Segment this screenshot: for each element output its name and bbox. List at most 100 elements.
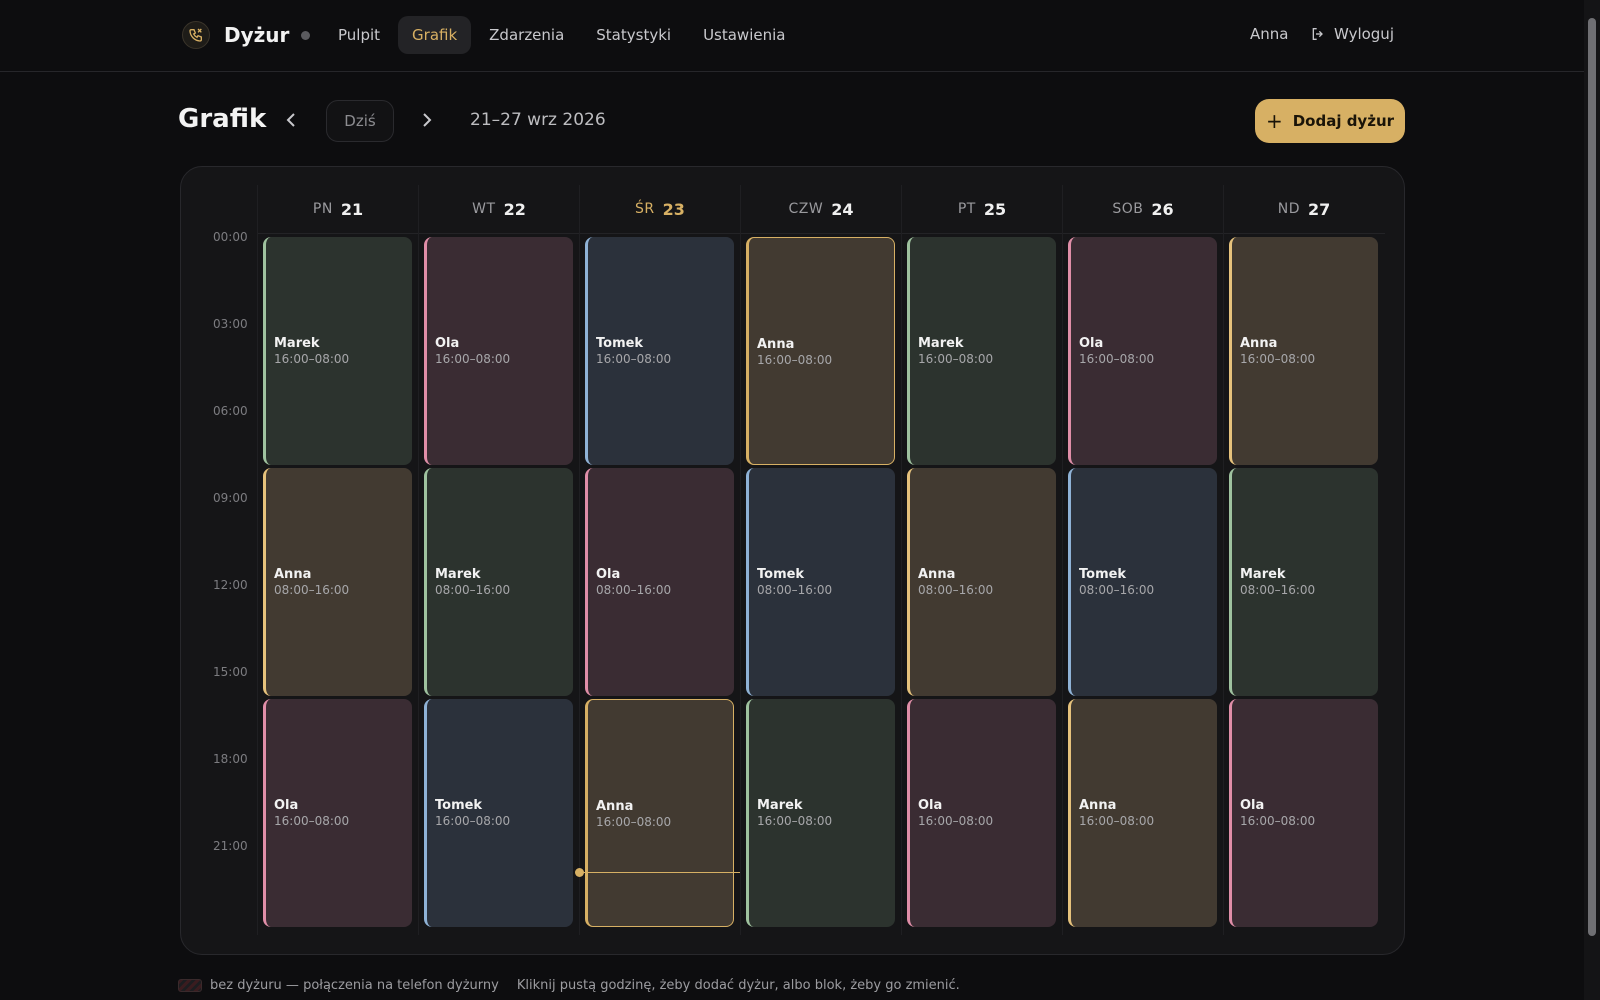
today-button[interactable]: Dziś — [326, 100, 394, 142]
chevron-right-icon[interactable] — [414, 108, 438, 132]
shift-person: Marek — [435, 566, 481, 582]
shift-person: Anna — [274, 566, 312, 582]
add-shift-label: Dodaj dyżur — [1292, 112, 1395, 130]
shift-time: 16:00–08:00 — [918, 351, 994, 366]
page-scrollbar[interactable] — [1584, 0, 1600, 1000]
nav-item-pulpit[interactable]: Pulpit — [324, 16, 394, 54]
day-name: PT — [957, 201, 976, 217]
day-name: CZW — [788, 201, 824, 217]
hour-label: 09:00 — [213, 491, 248, 505]
app-name: Dyżur — [224, 23, 290, 47]
shift-block[interactable]: Marek 08:00–16:00 — [1229, 468, 1378, 696]
hour-label: 12:00 — [213, 578, 248, 592]
day-name: PN — [312, 201, 333, 217]
shift-time: 16:00–08:00 — [1240, 351, 1316, 366]
shift-block[interactable]: Marek 08:00–16:00 — [424, 468, 573, 696]
shift-person: Ola — [1079, 335, 1104, 351]
hour-label: 00:00 — [213, 230, 248, 244]
shift-time: 16:00–08:00 — [435, 813, 511, 828]
shift-block[interactable]: Tomek 08:00–16:00 — [746, 468, 895, 696]
hour-label: 18:00 — [213, 752, 248, 766]
shift-block[interactable]: Ola 16:00–08:00 — [907, 699, 1056, 927]
day-header-czw: CZW 24 — [740, 185, 901, 233]
day-header-pt: PT 25 — [901, 185, 1062, 233]
shift-person: Anna — [918, 566, 956, 582]
add-shift-button[interactable]: + Dodaj dyżur — [1255, 99, 1405, 143]
shift-person: Tomek — [596, 335, 644, 351]
shift-person: Tomek — [1079, 566, 1127, 582]
shift-block[interactable]: Tomek 08:00–16:00 — [1068, 468, 1217, 696]
shift-person: Anna — [757, 336, 795, 352]
hour-label: 06:00 — [213, 404, 248, 418]
nav-item-grafik[interactable]: Grafik — [398, 16, 472, 54]
shift-block[interactable]: Ola 16:00–08:00 — [263, 699, 412, 927]
shift-block[interactable]: Ola 08:00–16:00 — [585, 468, 734, 696]
nav-item-zdarzenia[interactable]: Zdarzenia — [475, 16, 578, 54]
shift-block[interactable]: Ola 16:00–08:00 — [424, 237, 573, 465]
shift-block[interactable]: Tomek 16:00–08:00 — [585, 237, 734, 465]
shift-time: 16:00–08:00 — [274, 351, 350, 366]
shift-person: Marek — [274, 335, 320, 351]
legend: bez dyżuru — połączenia na telefon dyżur… — [178, 978, 960, 993]
shift-time: 16:00–08:00 — [274, 813, 350, 828]
shift-block[interactable]: Anna 16:00–08:00 — [585, 699, 734, 927]
day-column-divider — [257, 185, 258, 935]
shift-person: Ola — [435, 335, 460, 351]
shift-person: Ola — [918, 797, 943, 813]
shift-time: 08:00–16:00 — [918, 582, 994, 597]
legend-label: bez dyżuru — połączenia na telefon dyżur… — [210, 978, 499, 993]
shift-person: Anna — [596, 798, 634, 814]
day-header-nd: ND 27 — [1223, 185, 1384, 233]
scrollbar-thumb[interactable] — [1588, 18, 1596, 936]
day-number: 22 — [503, 199, 526, 219]
day-column-divider — [1223, 185, 1224, 935]
shift-time: 08:00–16:00 — [1079, 582, 1155, 597]
shift-time: 16:00–08:00 — [1079, 351, 1155, 366]
day-header-sob: SOB 26 — [1062, 185, 1223, 233]
date-range: 21–27 wrz 2026 — [470, 110, 606, 130]
shift-block[interactable]: Anna 16:00–08:00 — [1068, 699, 1217, 927]
shift-block[interactable]: Anna 16:00–08:00 — [1229, 237, 1378, 465]
shift-block[interactable]: Anna 08:00–16:00 — [907, 468, 1056, 696]
day-column-divider — [740, 185, 741, 935]
shift-person: Ola — [596, 566, 621, 582]
logout-label: Wyloguj — [1334, 25, 1394, 43]
day-number: 27 — [1308, 199, 1331, 219]
day-number: 25 — [983, 199, 1007, 219]
shift-block[interactable]: Tomek 16:00–08:00 — [424, 699, 573, 927]
hour-label: 21:00 — [213, 839, 248, 853]
nav-item-ustawienia[interactable]: Ustawienia — [689, 16, 799, 54]
top-navigation-bar: Dyżur Pulpit Grafik Zdarzenia Statystyki… — [0, 0, 1584, 72]
hour-label: 15:00 — [213, 665, 248, 679]
shift-block[interactable]: Marek 16:00–08:00 — [746, 699, 895, 927]
hint-text: Kliknij pustą godzinę, żeby dodać dyżur,… — [516, 978, 960, 993]
shift-block[interactable]: Marek 16:00–08:00 — [263, 237, 412, 465]
brand[interactable]: Dyżur — [182, 21, 311, 49]
shift-person: Marek — [757, 797, 803, 813]
day-header-wt: WT 22 — [418, 185, 579, 233]
shift-block[interactable]: Anna 16:00–08:00 — [746, 237, 895, 465]
shift-time: 16:00–08:00 — [918, 813, 994, 828]
day-number: 21 — [340, 199, 364, 219]
day-number: 24 — [831, 199, 854, 219]
shift-block[interactable]: Anna 08:00–16:00 — [263, 468, 412, 696]
day-name: WT — [472, 201, 496, 217]
shift-time: 16:00–08:00 — [1079, 813, 1155, 828]
shift-time: 16:00–08:00 — [1240, 813, 1316, 828]
shift-block[interactable]: Marek 16:00–08:00 — [907, 237, 1056, 465]
day-name: ND — [1277, 201, 1300, 217]
status-dot — [301, 30, 311, 40]
phone-icon — [182, 21, 210, 49]
shift-person: Marek — [918, 335, 964, 351]
nav-item-statystyki[interactable]: Statystyki — [582, 16, 685, 54]
chevron-left-icon[interactable] — [280, 108, 304, 132]
shift-block[interactable]: Ola 16:00–08:00 — [1068, 237, 1217, 465]
shift-person: Anna — [1079, 797, 1117, 813]
shift-block[interactable]: Ola 16:00–08:00 — [1229, 699, 1378, 927]
shift-time: 08:00–16:00 — [435, 582, 511, 597]
main-nav: Pulpit Grafik Zdarzenia Statystyki Ustaw… — [324, 16, 803, 54]
page-title: Grafik — [178, 104, 267, 134]
shift-time: 16:00–08:00 — [757, 352, 833, 367]
shift-time: 08:00–16:00 — [1240, 582, 1316, 597]
logout-button[interactable]: Wyloguj — [1310, 25, 1394, 43]
